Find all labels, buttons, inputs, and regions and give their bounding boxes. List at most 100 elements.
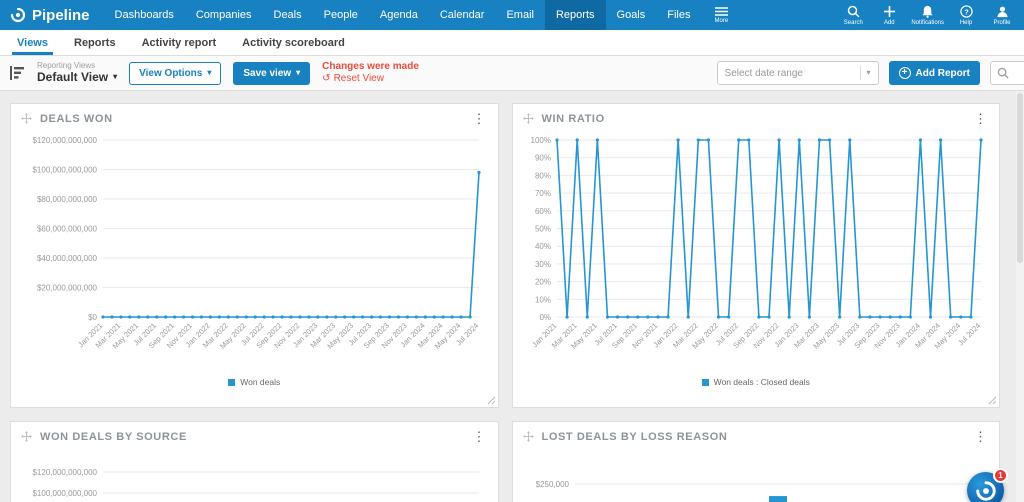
search-label: Search [843,19,863,26]
add-button[interactable]: Add [871,0,907,30]
chevron-down-icon: ▾ [296,68,301,77]
nav-item-companies[interactable]: Companies [185,0,263,30]
legend-label: Won deals : Closed deals [713,377,810,387]
svg-text:$250,000: $250,000 [535,480,569,489]
drag-handle-icon[interactable] [522,113,534,124]
svg-text:70%: 70% [534,189,550,198]
nav-item-goals[interactable]: Goals [606,0,657,30]
profile-button[interactable]: Profile [984,0,1020,30]
chevron-down-icon: ▾ [113,72,118,82]
nav-item-files[interactable]: Files [656,0,701,30]
panel-menu-button[interactable]: ⋮ [972,430,989,443]
legend-label: Won deals [240,377,281,387]
nav-more-label: More [714,17,729,24]
chart-canvas: 100%90%80%70%60%50%40%30%20%10%0%Jan 202… [530,136,983,351]
panel-menu-button[interactable]: ⋮ [972,112,989,125]
svg-text:$40,000,000,000: $40,000,000,000 [37,254,98,263]
panel-header: DEALS WON ⋮ [11,104,498,128]
svg-text:?: ? [964,7,969,16]
current-view-name: Default View [37,69,109,84]
panel-header: WON DEALS BY SOURCE ⋮ [11,422,498,446]
tab-views[interactable]: Views [4,30,61,55]
svg-text:80%: 80% [534,171,550,180]
notification-badge: 1 [993,468,1008,483]
svg-text:90%: 90% [534,154,550,163]
nav-item-agenda[interactable]: Agenda [369,0,429,30]
date-range-placeholder: Select date range [724,67,803,79]
drag-handle-icon[interactable] [21,113,32,124]
top-nav: Pipeline Dashboards Companies Deals People A… [0,0,1024,30]
nav-item-deals[interactable]: Deals [263,0,313,30]
svg-text:$60,000,000,000: $60,000,000,000 [37,225,98,234]
pipeline-logo-icon [10,7,26,23]
svg-text:0%: 0% [539,313,551,322]
chart-canvas: $120,000,000,000 $100,000,000,000 $80,000,… [32,136,481,351]
add-label: Add [883,19,895,26]
save-view-button[interactable]: Save view ▾ [233,61,311,85]
nav-item-dashboards[interactable]: Dashboards [104,0,185,30]
panel-resize-handle[interactable] [988,396,997,405]
svg-text:10%: 10% [534,295,550,304]
panel-title: DEALS WON [40,112,113,125]
panel-menu-button[interactable]: ⋮ [471,430,488,443]
add-icon [883,5,896,18]
legend-swatch [701,378,709,386]
chat-widget-button[interactable]: 1 [967,468,1008,502]
tab-activity-scoreboard[interactable]: Activity scoreboard [229,30,358,55]
drag-handle-icon[interactable] [522,431,534,442]
notifications-label: Notifications [911,19,944,26]
hamburger-icon [714,6,728,16]
report-search-input[interactable] [990,61,1024,85]
nav-more-button[interactable]: More [702,0,742,30]
add-report-button[interactable]: + Add Report [888,61,980,85]
svg-text:$80,000,000,000: $80,000,000,000 [37,195,98,204]
svg-text:20%: 20% [534,278,550,287]
view-selector[interactable]: Reporting Views Default View ▾ [37,61,118,84]
reset-view-label: Reset View [333,73,384,84]
notifications-button[interactable]: Notifications [907,0,948,30]
primary-nav: Dashboards Companies Deals People Agenda Cale… [104,0,702,30]
panel-resize-handle[interactable] [487,396,496,405]
vertical-scrollbar[interactable] [1016,91,1024,502]
report-panel-won-deals-by-source: WON DEALS BY SOURCE ⋮ $120,000,000,000 $100… [10,421,499,502]
panel-title: WON DEALS BY SOURCE [40,430,187,443]
view-options-button[interactable]: View Options ▾ [129,61,222,85]
report-panel-lost-deals-by-loss-reason: LOST DEALS BY LOSS REASON ⋮ $250,000 [511,421,1000,502]
plus-icon: + [898,67,911,79]
undo-icon: ↺ [322,73,331,84]
tab-reports[interactable]: Reports [61,30,129,55]
tab-activity-report[interactable]: Activity report [129,30,230,55]
chart-legend: Won deals : Closed deals [513,377,1000,387]
drag-handle-icon[interactable] [21,431,32,442]
nav-item-calendar[interactable]: Calendar [429,0,496,30]
scrollbar-thumb[interactable] [1017,93,1023,263]
help-button[interactable]: ? Help [948,0,984,30]
nav-utilities: Search Add Notifications? Help Profile [835,0,1024,30]
panel-title: LOST DEALS BY LOSS REASON [541,430,728,443]
svg-text:60%: 60% [534,207,550,216]
nav-item-email[interactable]: Email [495,0,545,30]
panel-title: WIN RATIO [541,112,605,125]
notifications-icon [921,5,934,18]
brand-name: Pipeline [32,6,90,24]
date-range-select[interactable]: Select date range ▾ [716,61,879,85]
nav-item-reports[interactable]: Reports [544,0,606,30]
panel-menu-button[interactable]: ⋮ [471,112,488,125]
svg-text:$20,000,000,000: $20,000,000,000 [37,284,98,293]
changes-text: Changes were made [322,60,419,72]
divider [859,66,861,80]
search-button[interactable]: Search [835,0,871,30]
svg-text:$0: $0 [88,313,97,322]
svg-text:50%: 50% [534,225,550,234]
nav-item-people[interactable]: People [313,0,369,30]
svg-text:100%: 100% [530,136,550,145]
report-panel-win-ratio: WIN RATIO ⋮ 100% 90% 80% 70% 60% 50% 40% 30% 20% 10… [511,103,1000,408]
view-options-label: View Options [139,67,203,79]
reset-view-link[interactable]: ↺ Reset View [322,73,419,86]
profile-icon [996,5,1009,18]
search-icon [997,67,1009,79]
chart-legend: Won deals [11,377,498,387]
brand[interactable]: Pipeline [0,0,104,30]
help-label: Help [959,19,973,26]
chevron-down-icon: ▾ [866,68,871,77]
